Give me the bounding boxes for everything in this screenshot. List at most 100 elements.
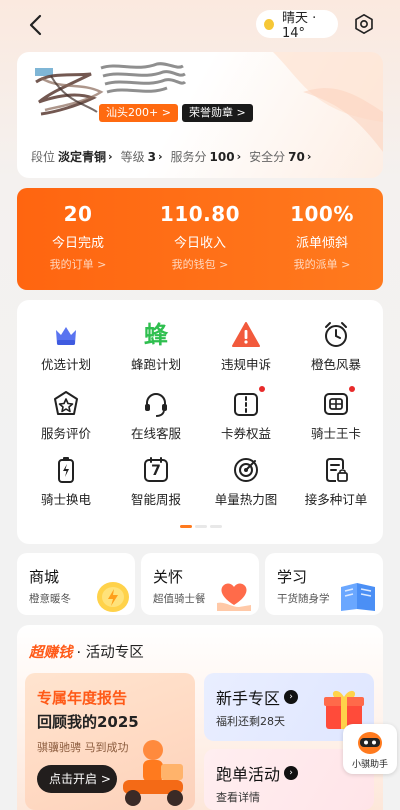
weather-text: 晴天 · 14°: [282, 11, 317, 41]
sim-card-icon: [321, 386, 355, 419]
arrow-right-circle-icon: ›: [284, 766, 299, 780]
shortcut-title: 商城: [29, 568, 60, 586]
tool-orange-storm[interactable]: 橙色风暴: [291, 320, 381, 373]
chevron-right-icon: ›: [157, 150, 163, 163]
shortcut-title: 关怀: [153, 568, 184, 586]
shortcut-subtitle: 橙意暖冬: [29, 593, 71, 605]
activity-zone-header: 超赚钱 · 活动专区: [29, 641, 144, 662]
tool-battery-swap[interactable]: 骑士换电: [21, 455, 111, 508]
stat-rank[interactable]: 段位 淡定青铜 ›: [31, 148, 113, 165]
tool-label: 单量热力图: [214, 492, 278, 507]
daily-summary-card: 20 今日完成 我的订单 > 110.80 今日收入 我的钱包 > 100% 派…: [17, 188, 383, 290]
tool-weekly-report[interactable]: 7 智能周报: [111, 455, 201, 508]
tool-label: 优选计划: [40, 357, 91, 372]
newbie-zone-title: 新手专区: [216, 689, 281, 708]
tool-label: 橙色风暴: [310, 357, 361, 372]
grid-pager[interactable]: [180, 525, 222, 528]
weather-chip[interactable]: 晴天 · 14°: [256, 10, 338, 41]
tool-label: 卡券权益: [220, 426, 271, 441]
chevron-right-icon: ›: [306, 150, 312, 163]
notification-dot: [349, 386, 355, 392]
coin-icon: [97, 582, 129, 612]
tool-rider-king-card[interactable]: 骑士王卡: [291, 386, 381, 442]
tool-online-support[interactable]: 在线客服: [111, 389, 201, 442]
stat-label: 等级: [120, 150, 145, 164]
summary-value: 100%: [290, 202, 354, 226]
headset-icon: [141, 389, 171, 419]
target-icon: [231, 455, 261, 485]
chevron-right-icon: ›: [108, 150, 113, 163]
tool-bee-run-plan[interactable]: 蜂 蜂跑计划: [111, 320, 201, 373]
stat-level[interactable]: 等级 3 ›: [121, 148, 163, 165]
tool-order-heatmap[interactable]: 单量热力图: [201, 455, 291, 508]
stat-service-score[interactable]: 服务分 100 ›: [171, 148, 242, 165]
tool-label: 违规申诉: [220, 357, 271, 372]
run-activity-subtitle: 查看详情: [216, 791, 260, 804]
stat-safety-score[interactable]: 安全分 70 ›: [249, 148, 311, 165]
battery-icon: [51, 455, 81, 485]
tool-service-rating[interactable]: 服务评价: [21, 389, 111, 442]
city-rank-badge[interactable]: 汕头200+ >: [99, 104, 178, 122]
open-report-button[interactable]: 点击开启 >: [37, 765, 117, 793]
top-bar: 晴天 · 14°: [0, 0, 400, 50]
tool-label: 蜂跑计划: [130, 357, 181, 372]
run-activity-title: 跑单活动: [216, 765, 281, 784]
alarm-clock-icon: [321, 320, 351, 350]
report-subheading: 回顾我的2025: [37, 713, 139, 731]
shortcut-learning[interactable]: 学习 干货随身学: [265, 553, 383, 615]
report-heading: 专属年度报告: [37, 689, 128, 707]
shortcut-title: 学习: [277, 568, 308, 586]
stat-label: 服务分: [170, 150, 207, 164]
honor-medal-badge[interactable]: 荣誉勋章 >: [182, 104, 253, 122]
newbie-zone-subtitle: 福利还剩28天: [216, 715, 285, 728]
settings-gear-icon[interactable]: [353, 13, 375, 35]
summary-link[interactable]: 我的订单 >: [17, 256, 139, 272]
pager-dot: [195, 525, 207, 528]
tool-label: 服务评价: [40, 426, 91, 441]
pager-dot-active: [180, 525, 192, 528]
tool-coupon-benefits[interactable]: 卡券权益: [201, 386, 291, 442]
tool-multi-order[interactable]: 接多种订单: [291, 455, 381, 508]
heart-hand-icon: [217, 583, 251, 611]
arrow-right-circle-icon: ›: [284, 690, 299, 704]
star-badge-icon: [51, 389, 81, 419]
shortcut-care[interactable]: 关怀 超值骑士餐: [141, 553, 259, 615]
shortcut-mall[interactable]: 商城 橙意暖冬: [17, 553, 135, 615]
stat-label: 段位: [31, 150, 56, 164]
tools-grid: 优选计划 蜂 蜂跑计划 违规申诉 橙色风暴 服务评价 在线客服 卡券权益 骑士王…: [17, 300, 383, 544]
rider-illustration: [123, 740, 183, 806]
stat-label: 安全分: [249, 150, 286, 164]
activity-zone: 超赚钱 · 活动专区 专属年度报告 回顾我的2025 骐骥驰骋 马到成功 点击开…: [17, 625, 383, 810]
run-activity-title-row: 跑单活动 ›: [216, 761, 299, 785]
stat-value: 70: [288, 149, 305, 164]
annual-report-banner[interactable]: 专属年度报告 回顾我的2025 骐骥驰骋 马到成功 点击开启 >: [25, 673, 195, 810]
summary-dispatch[interactable]: 100% 派单倾斜 我的派单 >: [261, 202, 383, 272]
summary-completed[interactable]: 20 今日完成 我的订单 >: [17, 202, 139, 272]
stat-value: 100: [209, 149, 235, 164]
summary-link[interactable]: 我的钱包 >: [139, 256, 261, 272]
tool-violation-appeal[interactable]: 违规申诉: [201, 320, 291, 373]
notification-dot: [259, 386, 265, 392]
assistant-floating-button[interactable]: 小骐助手: [343, 724, 397, 774]
book-icon: [341, 583, 375, 611]
back-arrow-icon[interactable]: [24, 12, 50, 38]
robot-assistant-icon: [358, 732, 382, 754]
profile-card[interactable]: 汕头200+ > 荣誉勋章 > 段位 淡定青铜 › 等级 3 › 服务分 100…: [17, 52, 383, 178]
chevron-right-icon: ›: [236, 150, 242, 163]
sun-icon: [264, 18, 275, 30]
username-redacted: [100, 62, 187, 94]
order-doc-icon: [321, 455, 351, 485]
bee-logo-icon: 蜂: [141, 320, 171, 350]
summary-income[interactable]: 110.80 今日收入 我的钱包 >: [139, 202, 261, 272]
assistant-label: 小骐助手: [351, 760, 388, 770]
shortcut-subtitle: 干货随身学: [277, 593, 330, 605]
summary-value: 110.80: [159, 202, 241, 226]
summary-link[interactable]: 我的派单 >: [261, 256, 383, 272]
summary-title: 派单倾斜: [295, 236, 348, 251]
activity-zone-title: · 活动专区: [76, 645, 144, 661]
warning-icon: [231, 320, 261, 350]
profile-stats: 段位 淡定青铜 › 等级 3 › 服务分 100 › 安全分 70 ›: [31, 148, 311, 165]
crown-icon: [51, 320, 81, 350]
tool-label: 接多种订单: [304, 492, 368, 507]
tool-preferred-plan[interactable]: 优选计划: [21, 320, 111, 373]
